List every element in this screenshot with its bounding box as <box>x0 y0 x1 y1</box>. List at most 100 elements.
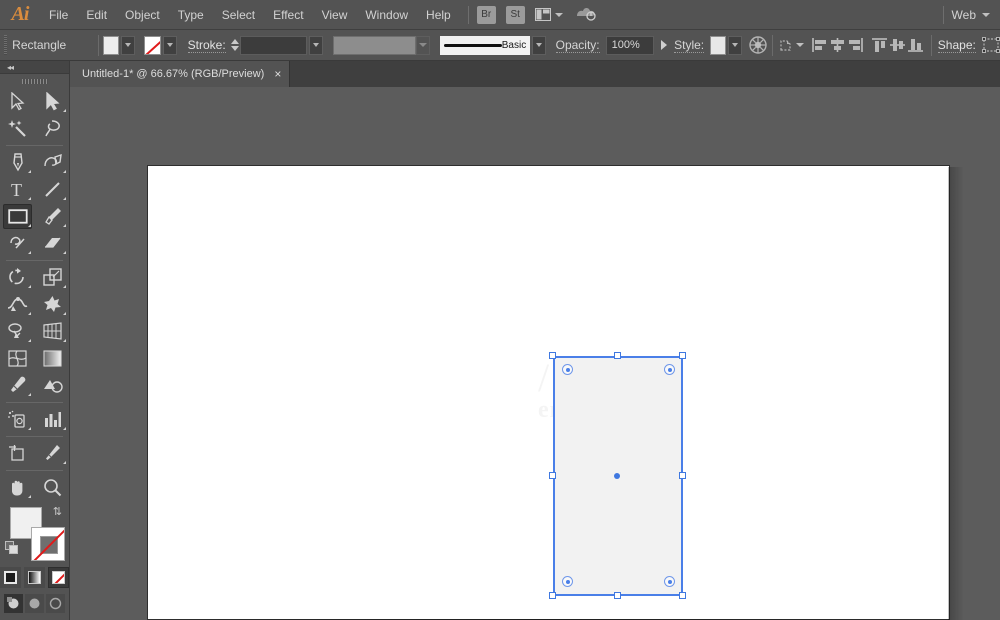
stroke-weight-stepper[interactable] <box>231 39 239 51</box>
none-mode-button[interactable] <box>48 567 69 588</box>
menu-window[interactable]: Window <box>356 0 417 30</box>
menu-view[interactable]: View <box>313 0 357 30</box>
svg-text:T: T <box>11 180 22 199</box>
paintbrush-tool[interactable] <box>35 203 70 230</box>
transform-icon[interactable] <box>778 34 796 57</box>
corner-radius-widget-bottom-right[interactable] <box>664 576 675 587</box>
graphic-style-dropdown-button[interactable] <box>728 36 742 55</box>
align-right-icon[interactable] <box>846 34 864 57</box>
corner-radius-widget-bottom-left[interactable] <box>562 576 573 587</box>
stock-button[interactable]: St <box>506 6 525 24</box>
handle-top-right[interactable] <box>679 352 686 359</box>
stroke-weight-input[interactable] <box>240 36 308 55</box>
fill-color-swatch[interactable] <box>103 36 119 55</box>
curvature-tool[interactable] <box>35 149 70 176</box>
brush-definition-dropdown-button[interactable] <box>532 36 546 55</box>
arrange-documents-icon[interactable] <box>535 8 551 21</box>
document-tab-untitled-1[interactable]: Untitled-1* @ 66.67% (RGB/Preview) × <box>70 61 290 87</box>
default-fill-stroke-icon[interactable] <box>5 541 19 558</box>
tools-panel-header[interactable]: ◂◂ <box>0 61 69 74</box>
draw-inside-button[interactable] <box>46 594 65 613</box>
stroke-color-swatch[interactable] <box>144 36 160 55</box>
close-icon[interactable]: × <box>274 68 281 80</box>
eraser-tool[interactable] <box>35 230 70 257</box>
menu-edit[interactable]: Edit <box>77 0 116 30</box>
hand-tool[interactable] <box>0 474 35 501</box>
bridge-button[interactable]: Br <box>477 6 496 24</box>
pen-tool[interactable] <box>0 149 35 176</box>
corner-radius-widget-top-right[interactable] <box>664 364 675 375</box>
handle-top-left[interactable] <box>549 352 556 359</box>
workspace-chevron-down-icon[interactable] <box>982 13 990 17</box>
gradient-tool[interactable] <box>35 345 70 372</box>
align-vertical-center-icon[interactable] <box>889 34 907 57</box>
menu-type[interactable]: Type <box>169 0 213 30</box>
lasso-tool[interactable] <box>35 115 70 142</box>
color-mode-button[interactable] <box>0 567 21 588</box>
slice-tool[interactable] <box>35 440 70 467</box>
fill-dropdown-button[interactable] <box>121 36 135 55</box>
corner-radius-widget-top-left[interactable] <box>562 364 573 375</box>
align-top-icon[interactable] <box>870 34 888 57</box>
menu-effect[interactable]: Effect <box>264 0 312 30</box>
draw-behind-button[interactable] <box>25 594 44 613</box>
handle-bottom-left[interactable] <box>549 592 556 599</box>
free-transform-tool[interactable] <box>35 291 70 318</box>
creative-cloud-icon[interactable] <box>575 5 597 24</box>
mesh-tool[interactable] <box>0 345 35 372</box>
menu-file[interactable]: File <box>40 0 77 30</box>
menu-help[interactable]: Help <box>417 0 460 30</box>
handle-middle-right[interactable] <box>679 472 686 479</box>
handle-bottom-center[interactable] <box>614 592 621 599</box>
align-horizontal-center-icon[interactable] <box>828 34 846 57</box>
artboard[interactable] <box>147 165 950 620</box>
stroke-swatch[interactable] <box>31 527 65 561</box>
brush-definition-box[interactable]: Basic <box>440 36 530 55</box>
arrange-chevron-icon[interactable] <box>555 13 563 17</box>
align-bottom-icon[interactable] <box>907 34 925 57</box>
handle-bottom-right[interactable] <box>679 592 686 599</box>
line-segment-tool[interactable] <box>35 176 70 203</box>
width-tool[interactable] <box>0 291 35 318</box>
swap-fill-stroke-icon[interactable]: ⇅ <box>53 505 62 518</box>
align-left-icon[interactable] <box>810 34 828 57</box>
flyout-indicator-icon <box>63 224 66 227</box>
handle-middle-left[interactable] <box>549 472 556 479</box>
recolor-artwork-icon[interactable] <box>749 34 767 57</box>
control-bar-grip[interactable] <box>4 35 7 55</box>
eyedropper-tool[interactable] <box>0 372 35 399</box>
shaper-tool[interactable] <box>0 230 35 257</box>
handle-top-center[interactable] <box>614 352 621 359</box>
rectangle-tool[interactable] <box>0 203 35 230</box>
menu-object[interactable]: Object <box>116 0 169 30</box>
transform-chevron-down-icon[interactable] <box>796 43 804 47</box>
graphic-style-swatch[interactable] <box>710 36 726 55</box>
shape-builder-tool[interactable] <box>0 318 35 345</box>
magic-wand-tool[interactable] <box>0 115 35 142</box>
collapse-panel-icon[interactable]: ◂◂ <box>7 63 13 72</box>
blend-tool[interactable] <box>35 372 70 399</box>
scale-tool[interactable] <box>35 264 70 291</box>
stroke-dropdown-button[interactable] <box>163 36 177 55</box>
shape-options-icon[interactable] <box>982 34 1000 57</box>
rotate-tool[interactable] <box>0 264 35 291</box>
variable-width-profile-dropdown[interactable] <box>416 36 430 55</box>
opacity-expand-icon[interactable] <box>661 40 667 50</box>
variable-width-profile-box[interactable] <box>333 36 417 55</box>
opacity-input[interactable]: 100% <box>606 36 654 55</box>
column-graph-tool[interactable] <box>35 406 70 433</box>
canvas-area[interactable]: / 图 em.com <box>70 87 1000 620</box>
selection-tool[interactable] <box>0 88 35 115</box>
stroke-weight-dropdown-button[interactable] <box>309 36 323 55</box>
type-tool[interactable]: T <box>0 176 35 203</box>
gradient-mode-button[interactable] <box>24 567 45 588</box>
perspective-grid-tool[interactable] <box>35 318 70 345</box>
draw-normal-button[interactable] <box>4 594 23 613</box>
workspace-switcher-label[interactable]: Web <box>952 8 976 22</box>
menu-select[interactable]: Select <box>213 0 264 30</box>
artboard-tool[interactable] <box>0 440 35 467</box>
tools-panel-grip[interactable] <box>0 74 69 88</box>
zoom-tool[interactable] <box>35 474 70 501</box>
symbol-sprayer-tool[interactable] <box>0 406 35 433</box>
direct-selection-tool[interactable] <box>35 88 70 115</box>
